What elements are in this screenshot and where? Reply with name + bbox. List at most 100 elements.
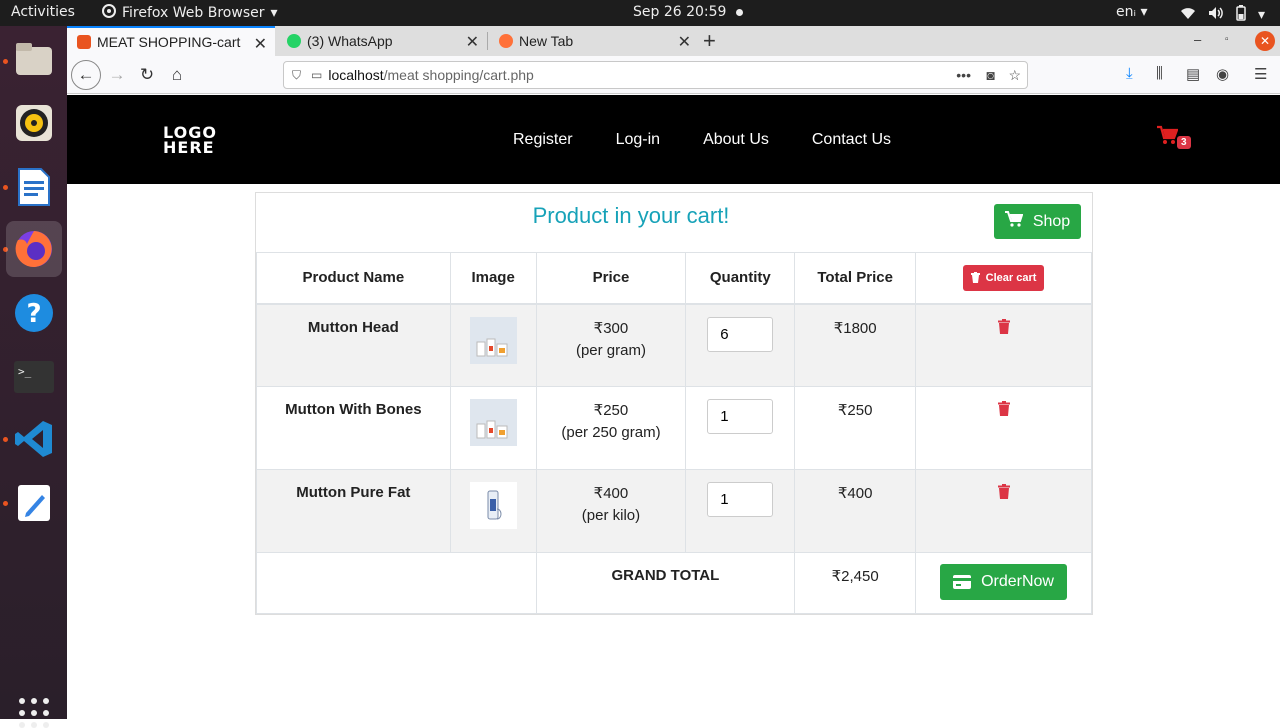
order-now-button[interactable]: OrderNow — [940, 564, 1067, 600]
menu-icon[interactable]: ☰ — [1254, 65, 1267, 83]
tab-whatsapp[interactable]: (3) WhatsApp ✕ — [277, 26, 487, 56]
quantity-cell — [685, 303, 796, 387]
svg-text:?: ? — [26, 299, 41, 329]
credit-card-icon — [953, 575, 972, 589]
minimize-icon[interactable]: – — [1194, 32, 1201, 47]
language-indicator[interactable]: enᵢ ▾ — [1116, 4, 1147, 20]
shop-button[interactable]: Shop — [994, 204, 1081, 239]
volume-icon — [1208, 6, 1224, 24]
rhythmbox-icon[interactable] — [6, 95, 62, 151]
pocket-icon[interactable]: ◙ — [987, 67, 995, 83]
clock[interactable]: Sep 26 20:59 — [633, 4, 744, 20]
tab-meat-shopping[interactable]: MEAT SHOPPING-cart ✕ — [67, 26, 275, 56]
help-icon[interactable]: ? — [6, 285, 62, 341]
terminal-icon[interactable]: >_ — [6, 349, 62, 405]
downloads-icon[interactable]: ⤓ — [1126, 65, 1133, 82]
system-tray[interactable]: ▾ — [1180, 5, 1265, 25]
price-unit: (per gram) — [575, 341, 646, 359]
product-image-cell — [449, 386, 537, 470]
product-price: ₹250 (per 250 gram) — [535, 386, 687, 470]
header-total-price: Total Price — [794, 252, 917, 305]
product-image — [469, 316, 517, 364]
tab-bar: MEAT SHOPPING-cart ✕ (3) WhatsApp ✕ New … — [67, 26, 1280, 56]
item-total: ₹400 — [794, 469, 917, 553]
text-editor-icon[interactable] — [6, 475, 62, 531]
cart-title: Product in your cart! — [532, 203, 730, 228]
reload-button[interactable]: ↻ — [133, 61, 161, 89]
site-header: LOGO HERE Register Log-in About Us Conta… — [67, 95, 1280, 184]
home-button[interactable]: ⌂ — [163, 61, 191, 89]
firefox-icon — [499, 34, 513, 48]
site-nav: Register Log-in About Us Contact Us — [513, 131, 891, 149]
nav-register[interactable]: Register — [513, 131, 573, 149]
show-applications-icon[interactable] — [19, 698, 49, 728]
page-actions-icon[interactable]: ••• — [956, 67, 971, 83]
libreoffice-writer-icon[interactable] — [6, 159, 62, 215]
product-image-cell — [449, 469, 537, 553]
trash-icon — [970, 272, 980, 284]
cart-panel: Product in your cart! Shop Product Name … — [255, 192, 1093, 615]
remove-item-trash-icon[interactable] — [997, 318, 1010, 338]
close-tab-icon[interactable]: ✕ — [254, 34, 267, 54]
empty-cell — [256, 552, 537, 614]
back-button[interactable]: ← — [71, 60, 101, 90]
power-menu-icon: ▾ — [1258, 7, 1266, 23]
page-info-icon: ▭ — [311, 68, 323, 82]
nav-about-us[interactable]: About Us — [703, 131, 769, 149]
remove-cell — [915, 386, 1092, 470]
vscode-icon[interactable] — [6, 411, 62, 467]
url-path: /meat shopping/cart.php — [383, 67, 534, 83]
new-tab-icon[interactable]: + — [703, 28, 716, 54]
close-tab-icon[interactable]: ✕ — [466, 32, 479, 52]
product-price: ₹400 (per kilo) — [535, 469, 687, 553]
item-total: ₹1800 — [794, 303, 917, 387]
whatsapp-icon — [287, 34, 301, 48]
bookmark-star-icon[interactable]: ☆ — [1008, 67, 1021, 84]
table-header-row: Product Name Image Price Quantity Total … — [256, 252, 1092, 305]
cart-table: Product Name Image Price Quantity Total … — [256, 252, 1092, 614]
chevron-down-icon: ▾ — [270, 5, 278, 21]
remove-item-trash-icon[interactable] — [997, 484, 1010, 503]
notification-dot — [736, 8, 744, 16]
url-bar[interactable]: ⛉ ▭ localhost /meat shopping/cart.php ••… — [283, 61, 1028, 89]
grand-total-label: GRAND TOTAL — [535, 552, 796, 614]
wifi-icon — [1180, 6, 1196, 24]
firefox-icon — [102, 4, 116, 22]
clear-cart-button[interactable]: Clear cart — [962, 264, 1045, 291]
tab-title: New Tab — [519, 33, 574, 49]
header-price: Price — [535, 252, 687, 305]
table-row: Mutton Pure Fat ₹400 (per kilo) ₹400 — [256, 469, 1092, 553]
forward-button[interactable]: → — [103, 61, 131, 89]
app-name: Firefox Web Browser — [122, 5, 265, 21]
site-logo[interactable]: LOGO HERE — [163, 125, 217, 156]
nav-login[interactable]: Log-in — [616, 131, 660, 149]
close-tab-icon[interactable]: ✕ — [678, 32, 691, 52]
remove-item-trash-icon[interactable] — [997, 401, 1010, 420]
quantity-input[interactable] — [707, 399, 774, 434]
dock: ? >_ — [0, 26, 67, 728]
quantity-cell — [685, 469, 796, 553]
library-icon[interactable]: ⫼ — [1156, 65, 1163, 82]
price-value: ₹250 — [593, 402, 629, 419]
header-quantity: Quantity — [685, 252, 796, 305]
product-image — [469, 482, 517, 529]
product-price: ₹300 (per gram) — [535, 303, 687, 387]
tab-new-tab[interactable]: New Tab ✕ — [489, 26, 699, 56]
nav-contact-us[interactable]: Contact Us — [812, 131, 891, 149]
quantity-input[interactable] — [707, 482, 774, 517]
svg-text:>_: >_ — [18, 365, 32, 378]
price-value: ₹400 — [593, 485, 629, 502]
quantity-input[interactable] — [707, 316, 774, 352]
window-close-icon[interactable]: ✕ — [1255, 31, 1275, 51]
firefox-dock-icon[interactable] — [6, 221, 62, 277]
sidebar-icon[interactable]: ▤ — [1186, 65, 1200, 83]
app-menu[interactable]: Firefox Web Browser ▾ — [102, 4, 278, 22]
restore-icon[interactable]: ▫ — [1225, 34, 1229, 45]
cart-icon[interactable] — [1156, 125, 1179, 150]
account-icon[interactable]: ◉ — [1216, 65, 1229, 83]
navigation-toolbar: ← → ↻ ⌂ ⛉ ▭ localhost /meat shopping/car… — [67, 56, 1280, 94]
product-name: Mutton Head — [256, 303, 451, 387]
files-icon[interactable] — [6, 31, 62, 87]
activities-button[interactable]: Activities — [11, 4, 75, 20]
table-row: Mutton Head ₹300 (per gram) ₹1800 — [256, 303, 1092, 387]
